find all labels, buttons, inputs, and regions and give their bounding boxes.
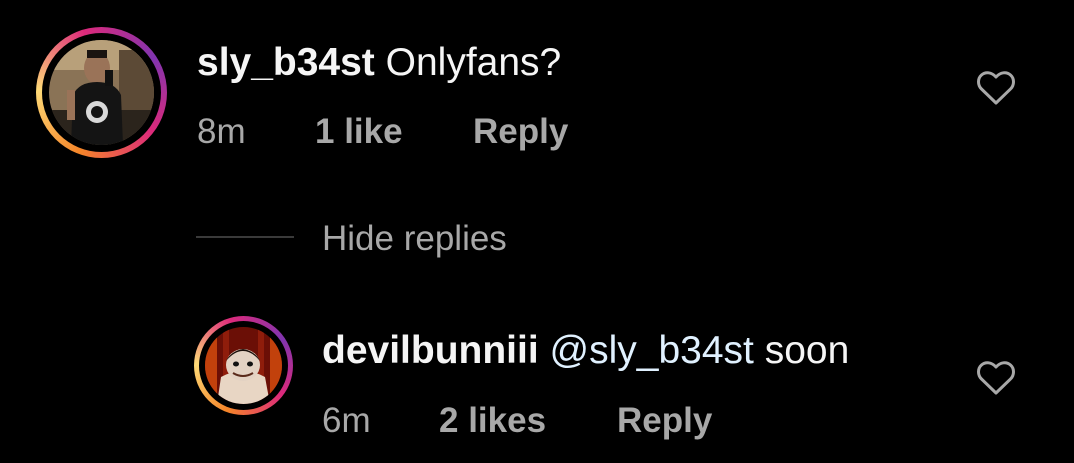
mention-link[interactable]: @sly_b34st <box>550 329 754 372</box>
comment-body: devilbunniii @sly_b34st soon <box>322 328 849 374</box>
comment-text: Onlyfans? <box>385 41 562 84</box>
comment-meta: 8m 1 like Reply <box>197 112 568 152</box>
comment-text: soon <box>764 329 850 372</box>
comment-timestamp: 6m <box>322 401 371 440</box>
reply-button[interactable]: Reply <box>473 112 568 152</box>
heart-icon[interactable] <box>976 360 1016 396</box>
comment-username[interactable]: devilbunniii <box>322 329 539 372</box>
hide-replies-label[interactable]: Hide replies <box>322 219 507 259</box>
comment-timestamp: 8m <box>197 112 246 151</box>
comment-thread: sly_b34st Onlyfans? 8m 1 like Reply Hide r… <box>0 0 1074 463</box>
replies-divider-line <box>196 236 294 238</box>
comment-likes-count[interactable]: 1 like <box>315 112 473 152</box>
avatar[interactable] <box>205 327 282 404</box>
reply-button[interactable]: Reply <box>617 401 712 441</box>
heart-icon[interactable] <box>976 70 1016 106</box>
comment-likes-count[interactable]: 2 likes <box>439 401 617 441</box>
comment-username[interactable]: sly_b34st <box>197 41 375 84</box>
comment-meta: 6m 2 likes Reply <box>322 401 712 441</box>
avatar[interactable] <box>49 40 154 145</box>
comment-body: sly_b34st Onlyfans? <box>197 40 561 86</box>
